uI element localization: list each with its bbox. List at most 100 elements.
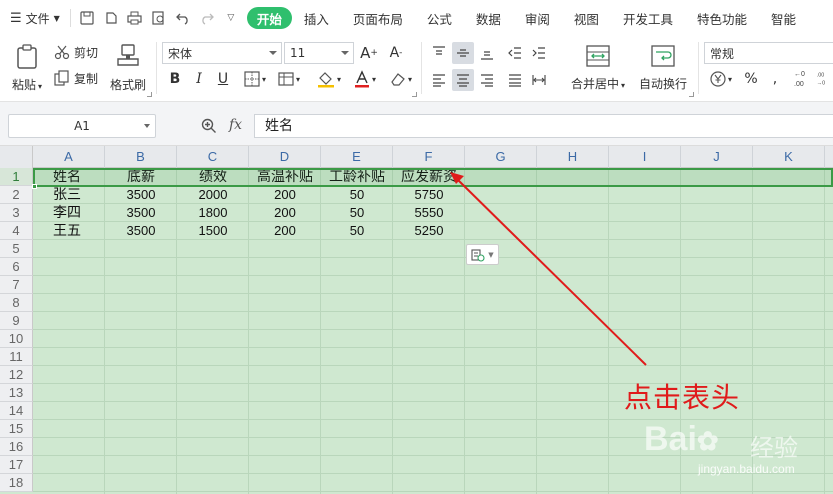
percent-button[interactable]: % (740, 68, 762, 90)
font-size-value: 11 (290, 46, 306, 60)
distributed-align-button[interactable] (528, 69, 550, 91)
align-middle-button[interactable] (452, 42, 474, 64)
clipboard-group-expander[interactable] (147, 92, 152, 97)
font-group-expander[interactable] (412, 92, 417, 97)
redo-icon[interactable] (195, 6, 219, 30)
export-icon[interactable] (99, 6, 123, 30)
watermark-url: jingyan.baidu.com (698, 462, 795, 476)
font-size-select[interactable]: 11 (284, 42, 354, 64)
undo-icon[interactable] (171, 6, 195, 30)
distributed-icon (532, 75, 546, 85)
tab-page-layout[interactable]: 页面布局 (341, 7, 415, 29)
name-box[interactable]: A1 (8, 114, 156, 138)
tab-smart[interactable]: 智能 (759, 7, 808, 29)
font-color-button[interactable]: ▾ (350, 68, 380, 90)
tab-special-features[interactable]: 特色功能 (685, 7, 759, 29)
justify-icon (509, 74, 521, 87)
menu-bar: ☰ 文件 ▼ ▽ 开始 插入 页面布局 公式 数据 审阅 视图 开发工具 特色功… (0, 0, 833, 36)
number-format-select[interactable]: 常规 (704, 42, 833, 64)
indent-icon (532, 47, 545, 59)
watermark-suffix: 经验 (750, 434, 798, 462)
bold-button[interactable]: B (164, 68, 186, 90)
copy-icon (54, 70, 69, 86)
tab-home[interactable]: 开始 (246, 7, 292, 29)
format-painter-button[interactable]: 格式刷 (108, 40, 148, 96)
eraser-icon (391, 73, 405, 86)
wrap-text-icon (651, 44, 675, 67)
chevron-down-icon: ▼ (53, 13, 60, 23)
watermark-logo: Bai✿ (644, 420, 719, 459)
font-name-value: 宋体 (168, 46, 193, 61)
tab-insert[interactable]: 插入 (292, 7, 341, 29)
cell-style-button[interactable]: ▾ (274, 68, 304, 90)
format-painter-label: 格式刷 (109, 77, 146, 92)
clear-format-button[interactable]: ▾ (386, 68, 416, 90)
save-icon[interactable] (75, 6, 99, 30)
align-left-button[interactable] (428, 69, 450, 91)
align-bottom-button[interactable] (476, 42, 498, 64)
cut-button[interactable]: 剪切 (54, 42, 98, 62)
tab-developer[interactable]: 开发工具 (611, 7, 685, 29)
increase-font-size-button[interactable]: A + (357, 42, 381, 64)
align-left-icon (433, 74, 445, 87)
ribbon: 粘贴 ▾ 剪切 复制 格式刷 宋体 11 A + A- B I U ▾ ▾ ▾ ▾ … (0, 36, 833, 102)
font-name-select[interactable]: 宋体 (162, 42, 282, 64)
alignment-group-expander[interactable] (689, 92, 694, 97)
merge-cells-icon (586, 44, 610, 67)
yen-icon (710, 71, 726, 87)
align-right-button[interactable] (476, 69, 498, 91)
annotation-text: 点击表头 (624, 381, 741, 414)
increase-decimal-icon: ←0.00 (794, 71, 805, 88)
tab-view[interactable]: 视图 (562, 7, 611, 29)
svg-text:.00: .00 (817, 73, 825, 79)
svg-text:←0: ←0 (794, 71, 805, 78)
align-center-button[interactable] (452, 69, 474, 91)
wrap-text-button[interactable]: 自动换行 (636, 40, 690, 96)
underline-button[interactable]: U (212, 68, 234, 90)
file-menu-button[interactable]: ☰ 文件 ▼ (4, 6, 66, 30)
zoom-icon[interactable] (201, 118, 217, 134)
align-right-icon (481, 74, 493, 87)
tab-review[interactable]: 审阅 (513, 7, 562, 29)
align-top-button[interactable] (428, 42, 450, 64)
print-icon[interactable] (123, 6, 147, 30)
comma-style-button[interactable]: , (764, 68, 786, 90)
justify-button[interactable] (504, 69, 526, 91)
chevron-down-icon (144, 124, 150, 128)
wrap-text-label: 自动换行 (638, 76, 687, 91)
menu-separator (69, 9, 71, 27)
hamburger-icon: ☰ (10, 10, 22, 26)
chevron-down-icon (341, 51, 349, 55)
customize-toolbar-icon[interactable]: ▽ (219, 6, 243, 30)
decrease-decimal-button[interactable]: .00 →0 (816, 66, 833, 92)
insert-function-button[interactable]: fx (229, 117, 242, 133)
merge-center-button[interactable]: 合并居中 ▾ (566, 40, 630, 96)
increase-indent-button[interactable] (528, 42, 550, 64)
italic-button[interactable]: I (188, 68, 210, 90)
tab-data[interactable]: 数据 (464, 7, 513, 29)
outdent-icon (508, 47, 521, 59)
brush-icon (117, 43, 139, 66)
increase-decimal-button[interactable]: ←0.00 (792, 66, 816, 92)
group-separator (698, 42, 699, 94)
chevron-down-icon (269, 51, 277, 55)
borders-button[interactable]: ▾ (240, 68, 270, 90)
decrease-decimal-icon: .00→0 (817, 73, 825, 87)
align-middle-icon (457, 49, 469, 57)
formula-input[interactable]: 姓名 (254, 114, 833, 138)
tab-formulas[interactable]: 公式 (415, 7, 464, 29)
svg-text:.00: .00 (794, 81, 804, 88)
paste-button[interactable]: 粘贴 ▾ (8, 40, 46, 96)
number-format-value: 常规 (710, 46, 735, 61)
copy-button[interactable]: 复制 (54, 68, 98, 88)
group-separator (421, 42, 422, 94)
align-center-icon (457, 74, 469, 87)
currency-button[interactable]: ▾ (706, 68, 736, 90)
decrease-font-size-button[interactable]: A- (384, 42, 408, 64)
merge-center-label: 合并居中 (570, 76, 619, 91)
file-menu-label: 文件 (25, 11, 50, 26)
print-preview-icon[interactable] (147, 6, 171, 30)
decrease-indent-button[interactable] (504, 42, 526, 64)
fill-color-button[interactable]: ▾ (312, 68, 346, 90)
formula-bar: A1 fx 姓名 (0, 102, 833, 146)
